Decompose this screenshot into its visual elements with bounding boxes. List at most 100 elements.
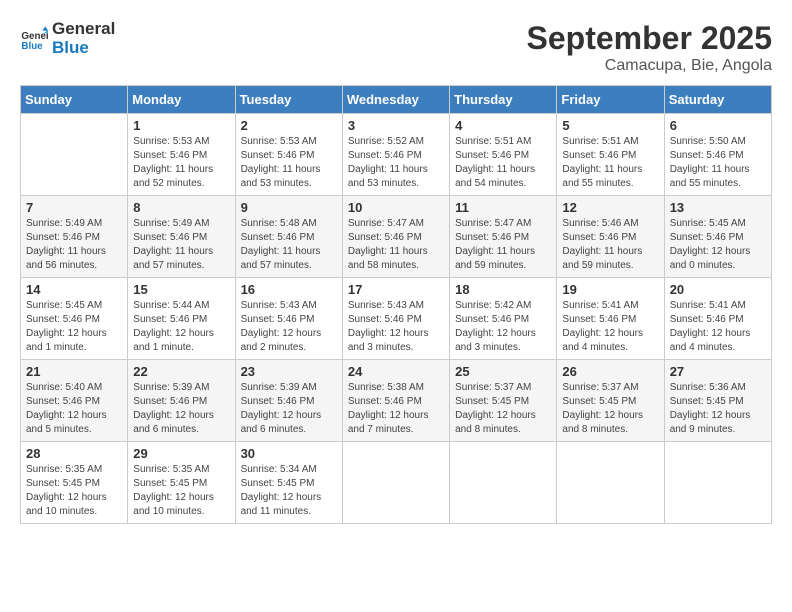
calendar-cell: 26 Sunrise: 5:37 AMSunset: 5:45 PMDaylig… xyxy=(557,360,664,442)
day-number: 14 xyxy=(26,282,122,297)
calendar-cell: 28 Sunrise: 5:35 AMSunset: 5:45 PMDaylig… xyxy=(21,442,128,524)
day-info: Sunrise: 5:45 AMSunset: 5:46 PMDaylight:… xyxy=(670,217,766,273)
calendar-cell xyxy=(21,114,128,196)
day-number: 26 xyxy=(562,364,658,379)
calendar-cell: 14 Sunrise: 5:45 AMSunset: 5:46 PMDaylig… xyxy=(21,278,128,360)
calendar-cell xyxy=(342,442,449,524)
day-info: Sunrise: 5:34 AMSunset: 5:45 PMDaylight:… xyxy=(241,463,337,519)
day-info: Sunrise: 5:42 AMSunset: 5:46 PMDaylight:… xyxy=(455,299,551,355)
day-info: Sunrise: 5:39 AMSunset: 5:46 PMDaylight:… xyxy=(133,381,229,437)
day-info: Sunrise: 5:52 AMSunset: 5:46 PMDaylight:… xyxy=(348,135,444,191)
day-number: 27 xyxy=(670,364,766,379)
calendar-cell: 24 Sunrise: 5:38 AMSunset: 5:46 PMDaylig… xyxy=(342,360,449,442)
day-info: Sunrise: 5:49 AMSunset: 5:46 PMDaylight:… xyxy=(133,217,229,273)
day-number: 13 xyxy=(670,200,766,215)
day-info: Sunrise: 5:41 AMSunset: 5:46 PMDaylight:… xyxy=(670,299,766,355)
day-number: 17 xyxy=(348,282,444,297)
calendar-cell: 19 Sunrise: 5:41 AMSunset: 5:46 PMDaylig… xyxy=(557,278,664,360)
calendar-cell: 18 Sunrise: 5:42 AMSunset: 5:46 PMDaylig… xyxy=(450,278,557,360)
day-info: Sunrise: 5:35 AMSunset: 5:45 PMDaylight:… xyxy=(26,463,122,519)
day-number: 25 xyxy=(455,364,551,379)
weekday-header: Wednesday xyxy=(342,86,449,114)
day-info: Sunrise: 5:47 AMSunset: 5:46 PMDaylight:… xyxy=(455,217,551,273)
calendar-cell: 7 Sunrise: 5:49 AMSunset: 5:46 PMDayligh… xyxy=(21,196,128,278)
calendar-cell xyxy=(664,442,771,524)
calendar-cell: 25 Sunrise: 5:37 AMSunset: 5:45 PMDaylig… xyxy=(450,360,557,442)
page-header: General Blue General Blue September 2025… xyxy=(20,20,772,75)
weekday-header: Thursday xyxy=(450,86,557,114)
day-number: 22 xyxy=(133,364,229,379)
calendar-cell: 1 Sunrise: 5:53 AMSunset: 5:46 PMDayligh… xyxy=(128,114,235,196)
calendar-cell: 15 Sunrise: 5:44 AMSunset: 5:46 PMDaylig… xyxy=(128,278,235,360)
day-number: 21 xyxy=(26,364,122,379)
calendar-cell: 10 Sunrise: 5:47 AMSunset: 5:46 PMDaylig… xyxy=(342,196,449,278)
day-info: Sunrise: 5:43 AMSunset: 5:46 PMDaylight:… xyxy=(348,299,444,355)
day-info: Sunrise: 5:35 AMSunset: 5:45 PMDaylight:… xyxy=(133,463,229,519)
location-title: Camacupa, Bie, Angola xyxy=(527,57,772,75)
calendar-week-row: 14 Sunrise: 5:45 AMSunset: 5:46 PMDaylig… xyxy=(21,278,772,360)
day-info: Sunrise: 5:37 AMSunset: 5:45 PMDaylight:… xyxy=(562,381,658,437)
logo-line2: Blue xyxy=(52,39,115,58)
day-info: Sunrise: 5:41 AMSunset: 5:46 PMDaylight:… xyxy=(562,299,658,355)
title-block: September 2025 Camacupa, Bie, Angola xyxy=(527,20,772,75)
day-info: Sunrise: 5:44 AMSunset: 5:46 PMDaylight:… xyxy=(133,299,229,355)
calendar-cell: 22 Sunrise: 5:39 AMSunset: 5:46 PMDaylig… xyxy=(128,360,235,442)
calendar-cell: 5 Sunrise: 5:51 AMSunset: 5:46 PMDayligh… xyxy=(557,114,664,196)
day-info: Sunrise: 5:43 AMSunset: 5:46 PMDaylight:… xyxy=(241,299,337,355)
day-number: 30 xyxy=(241,446,337,461)
calendar-cell: 4 Sunrise: 5:51 AMSunset: 5:46 PMDayligh… xyxy=(450,114,557,196)
day-number: 18 xyxy=(455,282,551,297)
calendar-cell: 30 Sunrise: 5:34 AMSunset: 5:45 PMDaylig… xyxy=(235,442,342,524)
day-info: Sunrise: 5:39 AMSunset: 5:46 PMDaylight:… xyxy=(241,381,337,437)
calendar-week-row: 7 Sunrise: 5:49 AMSunset: 5:46 PMDayligh… xyxy=(21,196,772,278)
weekday-header: Friday xyxy=(557,86,664,114)
day-number: 28 xyxy=(26,446,122,461)
day-number: 15 xyxy=(133,282,229,297)
calendar-cell: 11 Sunrise: 5:47 AMSunset: 5:46 PMDaylig… xyxy=(450,196,557,278)
logo-line1: General xyxy=(52,20,115,39)
day-number: 16 xyxy=(241,282,337,297)
calendar-cell: 2 Sunrise: 5:53 AMSunset: 5:46 PMDayligh… xyxy=(235,114,342,196)
day-info: Sunrise: 5:53 AMSunset: 5:46 PMDaylight:… xyxy=(241,135,337,191)
calendar-cell: 13 Sunrise: 5:45 AMSunset: 5:46 PMDaylig… xyxy=(664,196,771,278)
calendar-cell: 29 Sunrise: 5:35 AMSunset: 5:45 PMDaylig… xyxy=(128,442,235,524)
day-info: Sunrise: 5:38 AMSunset: 5:46 PMDaylight:… xyxy=(348,381,444,437)
day-info: Sunrise: 5:47 AMSunset: 5:46 PMDaylight:… xyxy=(348,217,444,273)
day-number: 4 xyxy=(455,118,551,133)
calendar-cell: 21 Sunrise: 5:40 AMSunset: 5:46 PMDaylig… xyxy=(21,360,128,442)
calendar-cell: 12 Sunrise: 5:46 AMSunset: 5:46 PMDaylig… xyxy=(557,196,664,278)
logo-icon: General Blue xyxy=(20,25,48,53)
day-number: 3 xyxy=(348,118,444,133)
weekday-header: Sunday xyxy=(21,86,128,114)
day-info: Sunrise: 5:46 AMSunset: 5:46 PMDaylight:… xyxy=(562,217,658,273)
calendar-cell: 3 Sunrise: 5:52 AMSunset: 5:46 PMDayligh… xyxy=(342,114,449,196)
calendar-week-row: 1 Sunrise: 5:53 AMSunset: 5:46 PMDayligh… xyxy=(21,114,772,196)
day-number: 5 xyxy=(562,118,658,133)
day-info: Sunrise: 5:48 AMSunset: 5:46 PMDaylight:… xyxy=(241,217,337,273)
day-info: Sunrise: 5:53 AMSunset: 5:46 PMDaylight:… xyxy=(133,135,229,191)
day-number: 7 xyxy=(26,200,122,215)
day-info: Sunrise: 5:51 AMSunset: 5:46 PMDaylight:… xyxy=(455,135,551,191)
day-number: 8 xyxy=(133,200,229,215)
calendar-table: SundayMondayTuesdayWednesdayThursdayFrid… xyxy=(20,85,772,524)
calendar-week-row: 28 Sunrise: 5:35 AMSunset: 5:45 PMDaylig… xyxy=(21,442,772,524)
day-number: 23 xyxy=(241,364,337,379)
month-title: September 2025 xyxy=(527,20,772,57)
calendar-cell xyxy=(450,442,557,524)
day-number: 19 xyxy=(562,282,658,297)
calendar-cell: 23 Sunrise: 5:39 AMSunset: 5:46 PMDaylig… xyxy=(235,360,342,442)
calendar-cell: 6 Sunrise: 5:50 AMSunset: 5:46 PMDayligh… xyxy=(664,114,771,196)
day-number: 10 xyxy=(348,200,444,215)
day-number: 6 xyxy=(670,118,766,133)
day-number: 29 xyxy=(133,446,229,461)
calendar-cell: 20 Sunrise: 5:41 AMSunset: 5:46 PMDaylig… xyxy=(664,278,771,360)
weekday-header: Saturday xyxy=(664,86,771,114)
day-info: Sunrise: 5:45 AMSunset: 5:46 PMDaylight:… xyxy=(26,299,122,355)
day-number: 12 xyxy=(562,200,658,215)
calendar-header: SundayMondayTuesdayWednesdayThursdayFrid… xyxy=(21,86,772,114)
weekday-header: Tuesday xyxy=(235,86,342,114)
day-info: Sunrise: 5:37 AMSunset: 5:45 PMDaylight:… xyxy=(455,381,551,437)
day-info: Sunrise: 5:51 AMSunset: 5:46 PMDaylight:… xyxy=(562,135,658,191)
day-number: 9 xyxy=(241,200,337,215)
day-info: Sunrise: 5:36 AMSunset: 5:45 PMDaylight:… xyxy=(670,381,766,437)
